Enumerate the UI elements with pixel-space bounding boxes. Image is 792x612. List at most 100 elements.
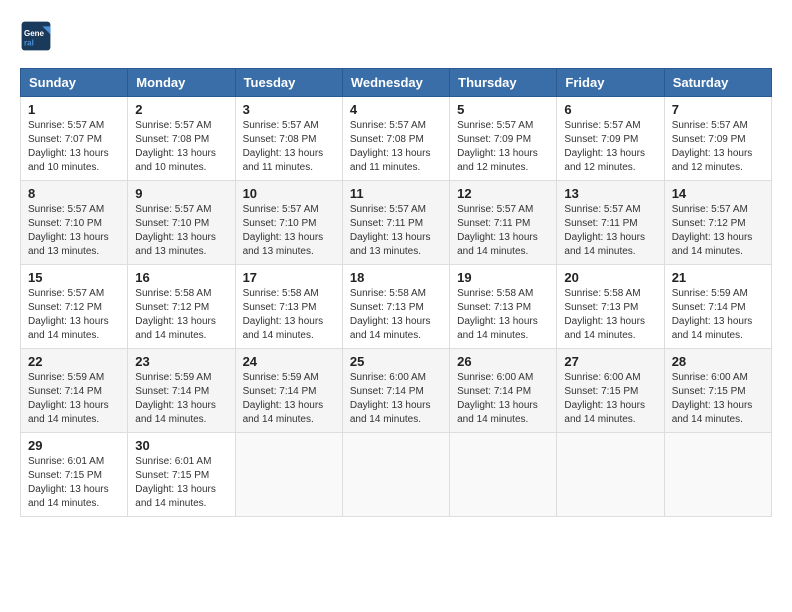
day-cell: 30 Sunrise: 6:01 AM Sunset: 7:15 PM Dayli… xyxy=(128,433,235,517)
day-info: Sunrise: 5:57 AM Sunset: 7:10 PM Dayligh… xyxy=(135,203,227,259)
col-header-monday: Monday xyxy=(128,69,235,97)
svg-text:ral: ral xyxy=(24,39,34,48)
day-number: 14 xyxy=(672,186,764,201)
day-info: Sunrise: 5:57 AM Sunset: 7:07 PM Dayligh… xyxy=(28,119,120,175)
day-cell: 11 Sunrise: 5:57 AM Sunset: 7:11 PM Dayli… xyxy=(342,181,449,265)
day-cell xyxy=(342,433,449,517)
week-row-4: 22 Sunrise: 5:59 AM Sunset: 7:14 PM Dayli… xyxy=(21,349,772,433)
day-cell: 3Sunrise: 5:57 AM Sunset: 7:08 PM Daylig… xyxy=(235,97,342,181)
day-cell: 4 Sunrise: 5:57 AM Sunset: 7:08 PM Daylig… xyxy=(342,97,449,181)
day-number: 25 xyxy=(350,354,442,369)
day-info: Sunrise: 6:01 AM Sunset: 7:15 PM Dayligh… xyxy=(28,455,120,511)
day-cell xyxy=(557,433,664,517)
day-cell: 6Sunrise: 5:57 AM Sunset: 7:09 PM Daylig… xyxy=(557,97,664,181)
day-cell: 17Sunrise: 5:58 AM Sunset: 7:13 PM Dayli… xyxy=(235,265,342,349)
day-info: Sunrise: 5:57 AM Sunset: 7:11 PM Dayligh… xyxy=(457,203,549,259)
col-header-sunday: Sunday xyxy=(21,69,128,97)
day-cell: 2 Sunrise: 5:57 AM Sunset: 7:08 PM Daylig… xyxy=(128,97,235,181)
day-cell: 8 Sunrise: 5:57 AM Sunset: 7:10 PM Daylig… xyxy=(21,181,128,265)
day-number: 2 xyxy=(135,102,227,117)
day-info: Sunrise: 5:57 AM Sunset: 7:09 PM Dayligh… xyxy=(457,119,549,175)
day-info: Sunrise: 5:58 AM Sunset: 7:13 PM Dayligh… xyxy=(564,287,656,343)
calendar-body: 1 Sunrise: 5:57 AM Sunset: 7:07 PM Daylig… xyxy=(21,97,772,517)
day-info: Sunrise: 5:57 AM Sunset: 7:11 PM Dayligh… xyxy=(564,203,656,259)
day-cell: 27Sunrise: 6:00 AM Sunset: 7:15 PM Dayli… xyxy=(557,349,664,433)
day-cell: 15Sunrise: 5:57 AM Sunset: 7:12 PM Dayli… xyxy=(21,265,128,349)
col-header-thursday: Thursday xyxy=(450,69,557,97)
col-header-tuesday: Tuesday xyxy=(235,69,342,97)
day-cell: 24 Sunrise: 5:59 AM Sunset: 7:14 PM Dayli… xyxy=(235,349,342,433)
day-number: 8 xyxy=(28,186,120,201)
day-cell: 14 Sunrise: 5:57 AM Sunset: 7:12 PM Dayli… xyxy=(664,181,771,265)
week-row-3: 15Sunrise: 5:57 AM Sunset: 7:12 PM Dayli… xyxy=(21,265,772,349)
day-number: 28 xyxy=(672,354,764,369)
day-info: Sunrise: 6:01 AM Sunset: 7:15 PM Dayligh… xyxy=(135,455,227,511)
day-cell: 16 Sunrise: 5:58 AM Sunset: 7:12 PM Dayli… xyxy=(128,265,235,349)
day-info: Sunrise: 5:57 AM Sunset: 7:12 PM Dayligh… xyxy=(672,203,764,259)
col-header-wednesday: Wednesday xyxy=(342,69,449,97)
day-number: 20 xyxy=(564,270,656,285)
day-number: 19 xyxy=(457,270,549,285)
day-cell: 28 Sunrise: 6:00 AM Sunset: 7:15 PM Dayli… xyxy=(664,349,771,433)
day-number: 21 xyxy=(672,270,764,285)
day-cell: 7Sunrise: 5:57 AM Sunset: 7:09 PM Daylig… xyxy=(664,97,771,181)
day-info: Sunrise: 5:57 AM Sunset: 7:08 PM Dayligh… xyxy=(243,119,335,175)
day-cell: 1 Sunrise: 5:57 AM Sunset: 7:07 PM Daylig… xyxy=(21,97,128,181)
calendar-table: SundayMondayTuesdayWednesdayThursdayFrid… xyxy=(20,68,772,517)
day-cell: 18 Sunrise: 5:58 AM Sunset: 7:13 PM Dayli… xyxy=(342,265,449,349)
day-number: 26 xyxy=(457,354,549,369)
week-row-5: 29 Sunrise: 6:01 AM Sunset: 7:15 PM Dayli… xyxy=(21,433,772,517)
day-number: 1 xyxy=(28,102,120,117)
day-info: Sunrise: 5:58 AM Sunset: 7:12 PM Dayligh… xyxy=(135,287,227,343)
day-info: Sunrise: 5:59 AM Sunset: 7:14 PM Dayligh… xyxy=(135,371,227,427)
day-number: 9 xyxy=(135,186,227,201)
day-info: Sunrise: 5:58 AM Sunset: 7:13 PM Dayligh… xyxy=(350,287,442,343)
day-info: Sunrise: 5:58 AM Sunset: 7:13 PM Dayligh… xyxy=(457,287,549,343)
day-number: 17 xyxy=(243,270,335,285)
day-cell: 23Sunrise: 5:59 AM Sunset: 7:14 PM Dayli… xyxy=(128,349,235,433)
day-number: 24 xyxy=(243,354,335,369)
day-number: 27 xyxy=(564,354,656,369)
day-cell: 9 Sunrise: 5:57 AM Sunset: 7:10 PM Daylig… xyxy=(128,181,235,265)
day-cell: 25 Sunrise: 6:00 AM Sunset: 7:14 PM Dayli… xyxy=(342,349,449,433)
col-header-saturday: Saturday xyxy=(664,69,771,97)
day-info: Sunrise: 5:57 AM Sunset: 7:08 PM Dayligh… xyxy=(135,119,227,175)
day-number: 29 xyxy=(28,438,120,453)
day-cell: 10 Sunrise: 5:57 AM Sunset: 7:10 PM Dayli… xyxy=(235,181,342,265)
day-number: 4 xyxy=(350,102,442,117)
day-info: Sunrise: 6:00 AM Sunset: 7:15 PM Dayligh… xyxy=(672,371,764,427)
day-number: 11 xyxy=(350,186,442,201)
day-cell: 26 Sunrise: 6:00 AM Sunset: 7:14 PM Dayli… xyxy=(450,349,557,433)
day-number: 10 xyxy=(243,186,335,201)
day-cell: 12 Sunrise: 5:57 AM Sunset: 7:11 PM Dayli… xyxy=(450,181,557,265)
day-info: Sunrise: 5:59 AM Sunset: 7:14 PM Dayligh… xyxy=(28,371,120,427)
day-cell: 29 Sunrise: 6:01 AM Sunset: 7:15 PM Dayli… xyxy=(21,433,128,517)
day-info: Sunrise: 5:57 AM Sunset: 7:08 PM Dayligh… xyxy=(350,119,442,175)
day-cell: 19 Sunrise: 5:58 AM Sunset: 7:13 PM Dayli… xyxy=(450,265,557,349)
day-number: 22 xyxy=(28,354,120,369)
day-cell: 20 Sunrise: 5:58 AM Sunset: 7:13 PM Dayli… xyxy=(557,265,664,349)
day-cell xyxy=(664,433,771,517)
day-number: 12 xyxy=(457,186,549,201)
day-number: 16 xyxy=(135,270,227,285)
day-number: 30 xyxy=(135,438,227,453)
day-cell: 13 Sunrise: 5:57 AM Sunset: 7:11 PM Dayli… xyxy=(557,181,664,265)
day-info: Sunrise: 6:00 AM Sunset: 7:14 PM Dayligh… xyxy=(457,371,549,427)
day-number: 5 xyxy=(457,102,549,117)
day-cell: 22 Sunrise: 5:59 AM Sunset: 7:14 PM Dayli… xyxy=(21,349,128,433)
week-row-2: 8 Sunrise: 5:57 AM Sunset: 7:10 PM Daylig… xyxy=(21,181,772,265)
day-info: Sunrise: 6:00 AM Sunset: 7:14 PM Dayligh… xyxy=(350,371,442,427)
day-info: Sunrise: 5:59 AM Sunset: 7:14 PM Dayligh… xyxy=(243,371,335,427)
day-cell: 5 Sunrise: 5:57 AM Sunset: 7:09 PM Daylig… xyxy=(450,97,557,181)
day-number: 13 xyxy=(564,186,656,201)
day-cell: 21Sunrise: 5:59 AM Sunset: 7:14 PM Dayli… xyxy=(664,265,771,349)
day-info: Sunrise: 5:57 AM Sunset: 7:09 PM Dayligh… xyxy=(564,119,656,175)
day-info: Sunrise: 5:57 AM Sunset: 7:10 PM Dayligh… xyxy=(28,203,120,259)
day-info: Sunrise: 5:57 AM Sunset: 7:11 PM Dayligh… xyxy=(350,203,442,259)
logo-icon: Gene ral xyxy=(20,20,52,52)
day-number: 18 xyxy=(350,270,442,285)
day-number: 7 xyxy=(672,102,764,117)
day-info: Sunrise: 5:57 AM Sunset: 7:10 PM Dayligh… xyxy=(243,203,335,259)
header: Gene ral xyxy=(20,20,772,52)
day-info: Sunrise: 5:57 AM Sunset: 7:12 PM Dayligh… xyxy=(28,287,120,343)
